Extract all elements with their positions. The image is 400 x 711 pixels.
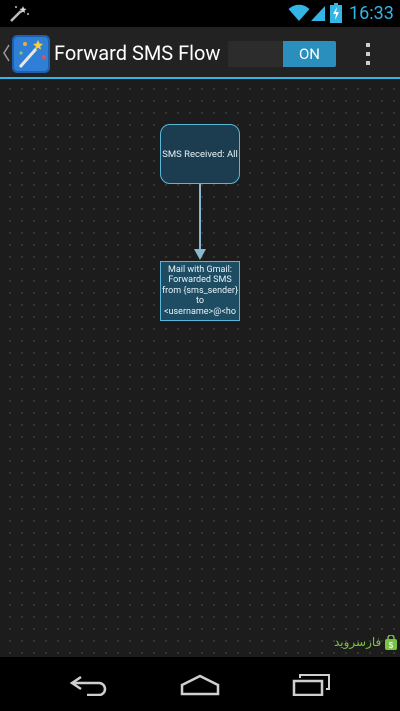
wifi-icon xyxy=(288,4,310,21)
back-icon[interactable] xyxy=(69,674,109,696)
app-icon[interactable] xyxy=(12,35,50,73)
page-title: Forward SMS Flow xyxy=(54,41,221,65)
action-node-label: Mail with Gmail: Forwarded SMS from {sms… xyxy=(162,264,238,317)
toggle-thumb: ON xyxy=(283,41,336,67)
up-caret-icon[interactable] xyxy=(3,44,10,62)
home-icon[interactable] xyxy=(180,674,220,696)
svg-text:$: $ xyxy=(389,641,394,650)
watermark: فارسروید $ xyxy=(334,634,398,650)
recents-icon[interactable] xyxy=(292,674,332,696)
trigger-node[interactable]: SMS Received: All xyxy=(160,124,240,184)
magic-wand-icon xyxy=(10,6,29,22)
action-node[interactable]: Mail with Gmail: Forwarded SMS from {sms… xyxy=(160,261,240,321)
signal-icon xyxy=(311,6,325,21)
status-time: 16:33 xyxy=(349,3,394,24)
trigger-node-label: SMS Received: All xyxy=(162,148,238,160)
navigation-bar xyxy=(0,657,400,711)
overflow-menu-icon[interactable] xyxy=(362,41,374,67)
status-bar: 16:33 xyxy=(0,0,400,27)
flow-canvas[interactable]: SMS Received: All Mail with Gmail: Forwa… xyxy=(0,79,400,657)
action-bar: Forward SMS Flow ON xyxy=(0,27,400,79)
connector-line xyxy=(199,184,201,251)
watermark-text: فارسروید xyxy=(334,635,382,649)
flow-enabled-toggle[interactable]: ON xyxy=(228,41,336,67)
battery-charging-icon xyxy=(330,3,342,23)
arrow-down-icon xyxy=(194,249,206,260)
shopping-bag-icon: $ xyxy=(385,634,398,650)
